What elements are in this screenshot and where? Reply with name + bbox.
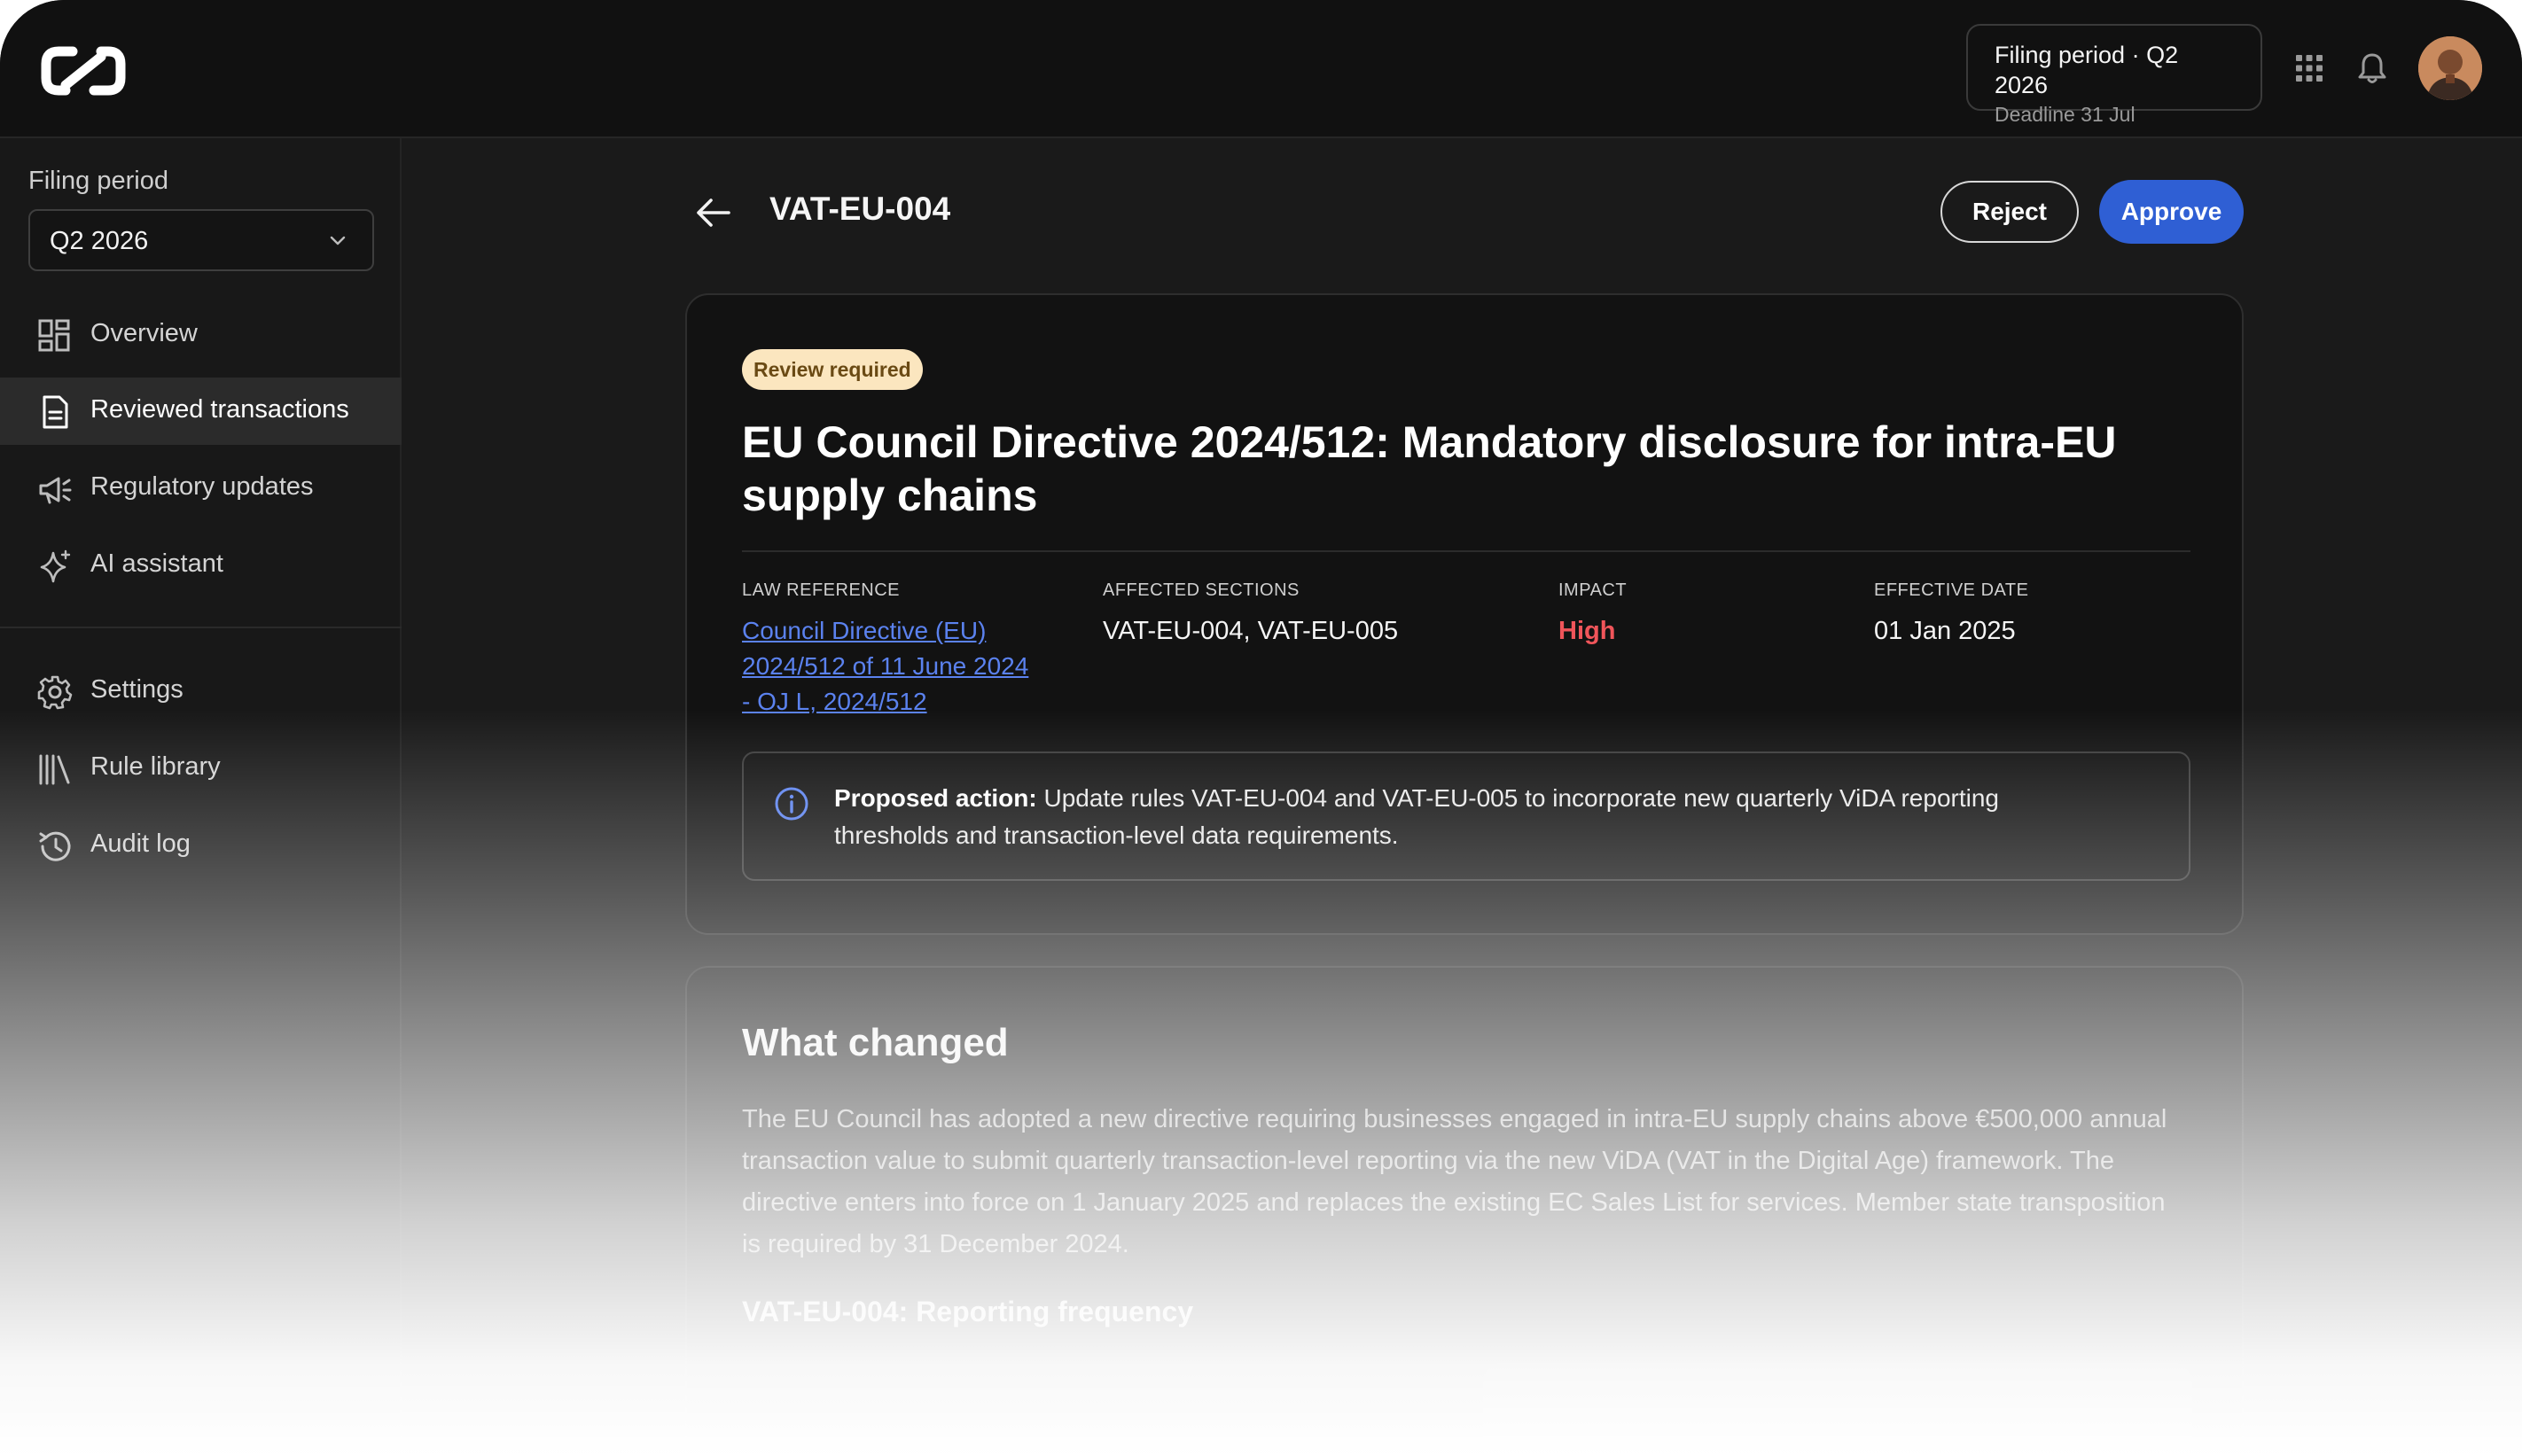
card-divider — [742, 550, 2190, 552]
sidebar-item-reviewed-transactions[interactable]: Reviewed transactions — [0, 378, 402, 445]
effective-date-value: 01 Jan 2025 — [1874, 617, 2016, 645]
apps-grid-icon[interactable] — [2296, 55, 2323, 82]
impact: IMPACT High — [1558, 580, 1627, 649]
arrow-left-icon[interactable] — [693, 195, 732, 230]
effective-date-label: EFFECTIVE DATE — [1874, 580, 2029, 600]
law-reference-link[interactable]: Council Directive (EU) 2024/512 of 11 Ju… — [742, 613, 1035, 720]
effective-date: EFFECTIVE DATE 01 Jan 2025 — [1874, 580, 2028, 649]
page-title: VAT-EU-004 — [769, 191, 951, 227]
sidebar-item-rule-library[interactable]: Rule library — [0, 735, 402, 802]
sidebar-item-label: Rule library — [90, 752, 221, 781]
impact-value: High — [1558, 617, 1616, 645]
law-reference-label: LAW REFERENCE — [742, 580, 901, 600]
sidebar: Filing period Q2 2026 Overview Reviewed … — [0, 138, 402, 1456]
proposed-action-callout: Proposed action: Update rules VAT-EU-004… — [742, 751, 2190, 881]
sidebar-item-regulatory-updates[interactable]: Regulatory updates — [0, 455, 402, 522]
sidebar-item-label: Regulatory updates — [90, 472, 314, 501]
logo-icon[interactable] — [39, 43, 128, 99]
filing-period-label: Filing period — [28, 167, 168, 195]
rule-heading: VAT-EU-004: Reporting frequency — [742, 1296, 1194, 1328]
what-changed-body: The EU Council has adopted a new directi… — [742, 1105, 2167, 1258]
avatar[interactable] — [2418, 36, 2482, 100]
sparkle-icon — [40, 549, 71, 583]
bell-icon[interactable] — [2357, 51, 2387, 85]
affected-sections-label: AFFECTED SECTIONS — [1103, 580, 1300, 600]
sidebar-divider — [0, 627, 402, 628]
proposed-action-label: Proposed action: — [834, 784, 1037, 812]
affected-sections: AFFECTED SECTIONS VAT-EU-004, VAT-EU-005 — [1103, 580, 1398, 649]
gear-icon — [37, 675, 73, 710]
approve-button[interactable]: Approve — [2099, 180, 2244, 244]
top-bar: Filing period · Q2 2026 Deadline 31 Jul — [0, 0, 2522, 138]
impact-label: IMPACT — [1558, 580, 1628, 600]
filing-period-select[interactable]: Q2 2026 — [28, 209, 374, 271]
sidebar-item-label: Settings — [90, 675, 183, 704]
sidebar-item-label: Overview — [90, 319, 198, 347]
what-changed-title: What changed — [742, 1021, 1009, 1064]
filing-chip-deadline: Deadline 31 Jul — [1995, 103, 2136, 126]
app-window: Filing period · Q2 2026 Deadline 31 Jul — [0, 0, 2522, 1456]
proposed-action-text: Proposed action: Update rules VAT-EU-004… — [834, 780, 2111, 854]
what-changed-card: What changed The EU Council has adopted … — [685, 966, 2244, 1456]
history-icon — [39, 831, 71, 861]
info-icon — [775, 787, 808, 821]
reject-button[interactable]: Reject — [1940, 181, 2079, 243]
filing-chip-period: Filing period · Q2 2026 — [1995, 42, 2179, 98]
sidebar-item-ai-assistant[interactable]: AI assistant — [0, 532, 402, 599]
megaphone-icon — [39, 477, 72, 504]
chevron-down-icon — [330, 236, 346, 245]
sidebar-item-label: Reviewed transactions — [90, 395, 349, 424]
directive-title: EU Council Directive 2024/512: Mandatory… — [742, 417, 2117, 520]
sidebar-item-settings[interactable]: Settings — [0, 658, 402, 725]
filing-period-chip[interactable]: Filing period · Q2 2026 Deadline 31 Jul — [1966, 24, 2262, 126]
dashboard-icon — [38, 319, 70, 352]
rule-detail-panel — [1483, 1363, 2192, 1456]
law-reference: LAW REFERENCE Council Directive (EU) 202… — [742, 580, 1035, 720]
sidebar-item-audit-log[interactable]: Audit log — [0, 812, 402, 879]
affected-sections-value: VAT-EU-004, VAT-EU-005 — [1103, 617, 1399, 645]
library-icon — [39, 754, 70, 785]
document-icon — [43, 395, 68, 429]
status-badge: Review required — [742, 349, 923, 390]
filing-period-value: Q2 2026 — [50, 227, 149, 255]
sidebar-item-label: Audit log — [90, 829, 191, 858]
sidebar-item-label: AI assistant — [90, 549, 223, 578]
sidebar-item-overview[interactable]: Overview — [0, 301, 402, 369]
directive-card: Review required EU Council Directive 202… — [685, 293, 2244, 935]
